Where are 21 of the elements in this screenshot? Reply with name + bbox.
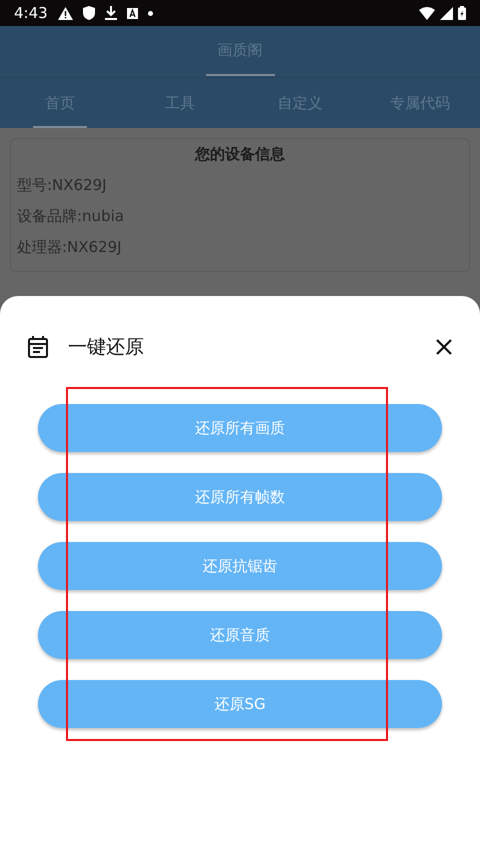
battery-icon [458, 6, 466, 20]
device-info-text: 型号:NX629J [17, 175, 108, 196]
close-icon[interactable] [436, 339, 452, 355]
restore-button[interactable]: 还原SG [38, 680, 442, 728]
device-info-text: 设备品牌:nubia [17, 206, 125, 227]
card-title: 您的设备信息 [194, 145, 286, 164]
restore-button[interactable]: 还原所有帧数 [38, 473, 442, 521]
signal-icon [440, 6, 453, 20]
calendar-icon [28, 336, 48, 358]
restore-button[interactable]: 还原抗锯齿 [38, 542, 442, 590]
device-info-text: 处理器:NX629J [17, 237, 123, 258]
restore-button[interactable]: 还原所有画质 [38, 404, 442, 452]
status-time: 4:43 [14, 4, 48, 22]
dot-icon [148, 10, 153, 16]
warning-icon [58, 6, 73, 20]
wifi-icon [419, 6, 435, 20]
sheet-title: 一键还原 [68, 335, 145, 360]
font-box-icon [126, 8, 138, 18]
download-icon [104, 6, 117, 20]
shield-icon [82, 6, 95, 20]
restore-button[interactable]: 还原音质 [38, 611, 442, 659]
